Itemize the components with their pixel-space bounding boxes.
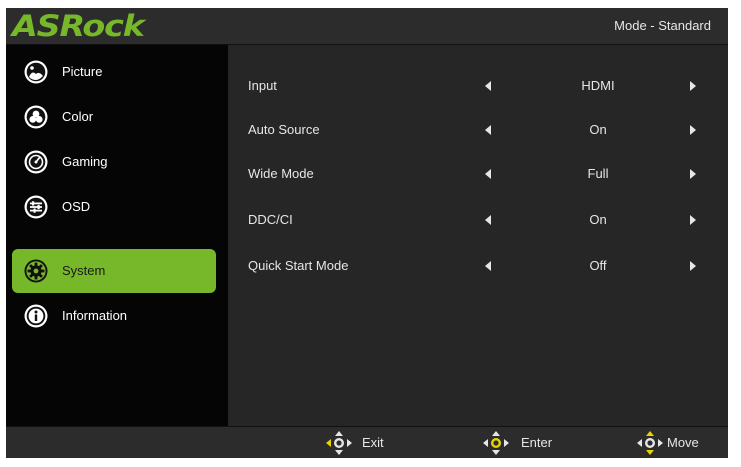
setting-value: On	[589, 122, 607, 137]
sidebar-item-information[interactable]: Information	[12, 294, 216, 338]
setting-label: Quick Start Mode	[248, 258, 349, 273]
osd-icon	[24, 195, 48, 219]
settings-panel: Input HDMI Auto Source On Wide Mode Full…	[228, 45, 728, 426]
arrow-right-icon[interactable]	[690, 215, 696, 225]
setting-row-quick-start-mode[interactable]: Quick Start Mode Off	[228, 253, 728, 279]
move-label: Move	[667, 435, 699, 450]
joystick-left-icon	[326, 431, 352, 455]
mode-indicator: Mode - Standard	[614, 18, 711, 33]
arrow-left-icon[interactable]	[485, 261, 491, 271]
sidebar: Picture Color Gaming OSD System Informat…	[6, 45, 228, 426]
arrow-left-icon[interactable]	[485, 215, 491, 225]
arrow-left-icon[interactable]	[485, 81, 491, 91]
setting-label: Auto Source	[248, 122, 320, 137]
sidebar-item-picture[interactable]: Picture	[12, 50, 216, 94]
setting-value: On	[589, 212, 607, 227]
sidebar-item-color[interactable]: Color	[12, 95, 216, 139]
enter-label: Enter	[521, 435, 553, 450]
joystick-updown-icon	[637, 431, 663, 455]
setting-label: DDC/CI	[248, 212, 293, 227]
setting-row-auto-source[interactable]: Auto Source On	[228, 117, 728, 143]
sidebar-item-system[interactable]: System	[12, 249, 216, 293]
setting-row-input[interactable]: Input HDMI	[228, 73, 728, 99]
arrow-right-icon[interactable]	[690, 125, 696, 135]
header-bar: ASRock Mode - Standard	[6, 8, 728, 45]
setting-value: Full	[587, 166, 609, 181]
arrow-right-icon[interactable]	[690, 169, 696, 179]
setting-value: HDMI	[581, 78, 615, 93]
enter-hint: Enter	[481, 427, 561, 458]
footer-bar: Exit Enter Move	[6, 426, 728, 458]
sidebar-item-label: Gaming	[62, 154, 108, 169]
brand-logo: ASRock	[12, 9, 145, 43]
arrow-right-icon[interactable]	[690, 81, 696, 91]
picture-icon	[24, 60, 48, 84]
sidebar-item-osd[interactable]: OSD	[12, 185, 216, 229]
arrow-left-icon[interactable]	[485, 169, 491, 179]
sidebar-item-label: System	[62, 263, 106, 278]
setting-row-wide-mode[interactable]: Wide Mode Full	[228, 161, 728, 187]
arrow-right-icon[interactable]	[690, 261, 696, 271]
setting-label: Input	[248, 78, 277, 93]
exit-label: Exit	[362, 435, 384, 450]
sidebar-item-label: Picture	[62, 64, 103, 79]
setting-row-ddc-ci[interactable]: DDC/CI On	[228, 207, 728, 233]
setting-value: Off	[589, 258, 607, 273]
monitor-osd: ASRock Mode - Standard Picture Color Gam…	[6, 8, 728, 458]
move-hint: Move	[635, 427, 715, 458]
arrow-left-icon[interactable]	[485, 125, 491, 135]
setting-label: Wide Mode	[248, 166, 314, 181]
exit-hint: Exit	[324, 427, 394, 458]
gear-icon	[24, 259, 48, 283]
sidebar-item-label: OSD	[62, 199, 91, 214]
color-icon	[24, 105, 48, 129]
sidebar-item-gaming[interactable]: Gaming	[12, 140, 216, 184]
gaming-icon	[24, 150, 48, 174]
sidebar-item-label: Information	[62, 308, 128, 323]
sidebar-item-label: Color	[62, 109, 94, 124]
info-icon	[24, 304, 48, 328]
joystick-press-icon	[483, 431, 509, 455]
